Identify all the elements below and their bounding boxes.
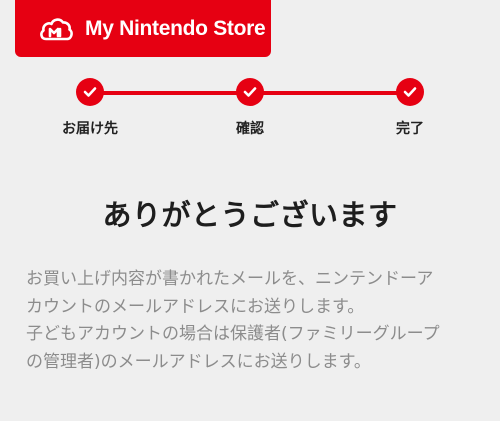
store-header-logo[interactable]: My Nintendo Store (15, 0, 271, 57)
step-confirm: 確認 (205, 78, 295, 138)
message-line: お買い上げ内容が書かれたメールを、ニンテンドーア (26, 269, 434, 289)
message-line: の管理者)のメールアドレスにお送りします。 (26, 351, 371, 372)
store-brand-text: My Nintendo Store (85, 16, 266, 40)
step-label: 確認 (236, 121, 264, 137)
step-label: お届け先 (62, 121, 118, 137)
step-complete: 完了 (365, 78, 455, 138)
confirmation-message: お買い上げ内容が書かれたメールを、ニンテンドーア カウントのメールアドレスにお送… (26, 266, 486, 376)
checkout-progress-stepper: お届け先 確認 完了 (0, 78, 500, 148)
nintendo-store-logo-icon (39, 14, 73, 44)
message-line: 子どもアカウントの場合は保護者(ファミリーグループ (26, 324, 440, 344)
step-complete-check-icon (236, 78, 264, 106)
step-label: 完了 (396, 121, 424, 137)
order-complete-page: My Nintendo Store お届け先 確認 完了 ありがとうございます … (0, 0, 500, 421)
message-line: カウントのメールアドレスにお送りします。 (26, 296, 365, 317)
step-complete-check-icon (396, 78, 424, 106)
page-title: ありがとうございます (102, 198, 398, 232)
step-shipping: お届け先 (45, 78, 135, 138)
step-complete-check-icon (76, 78, 104, 106)
